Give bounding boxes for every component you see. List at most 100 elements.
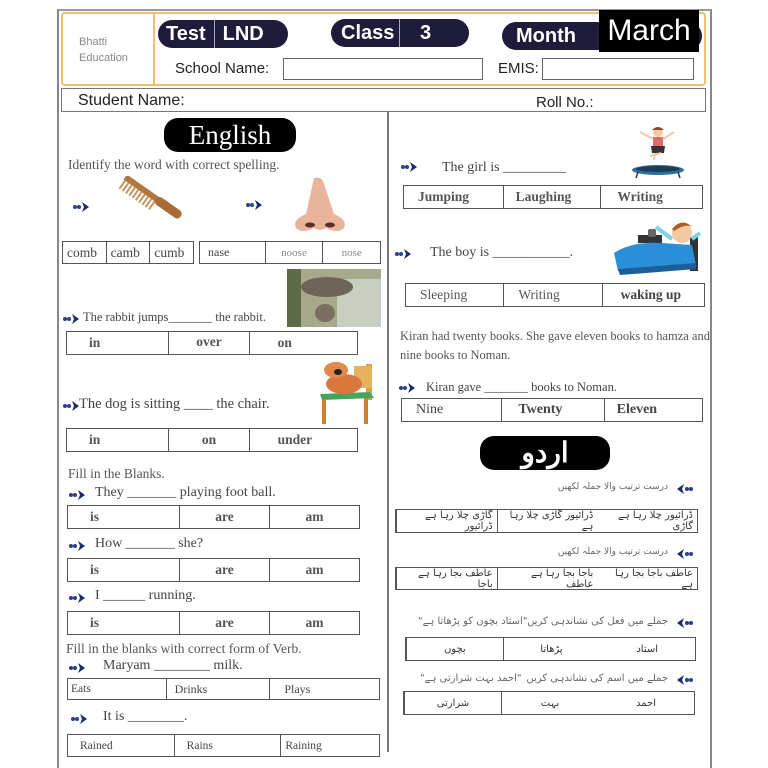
month-value: March [599,10,699,52]
q11-option[interactable]: waking up [601,284,704,306]
boy-waking-image [614,222,702,275]
q1-option[interactable]: comb [63,242,106,263]
reading-passage: Kiran had twenty books. She gave eleven … [400,329,710,362]
q6-options: is are am [67,558,360,582]
q1-option[interactable]: camb [105,242,150,263]
class-value: 3 [399,19,439,47]
urdu-q4-option[interactable]: بہت [501,692,598,714]
q7-option[interactable]: is [68,612,179,634]
urdu-q2-option[interactable]: عاطف باجا بجا رہا ہے [597,568,697,590]
urdu-q3-option[interactable]: پڑھاتا [502,638,600,660]
question-marker-icon [70,713,88,725]
question-marker-icon [72,201,90,213]
urdu-q3-option[interactable]: استاد [599,638,695,660]
urdu-q4-sentence: "احمد بہت شرارتی ہے" [420,673,522,684]
q11-text: The boy is ___________. [430,245,574,260]
column-divider [387,112,389,752]
urdu-q3-option[interactable]: بچوں [405,638,503,660]
q3-option[interactable]: on [248,332,357,354]
q4-option[interactable]: under [248,429,357,451]
q12-option[interactable]: Nine [402,399,501,421]
urdu-q2-instruction: درست ترتیب والا جملہ لکھیں [557,547,668,557]
urdu-q2-options: عاطف باجا بجا رہا ہے باجا بجا رہا ہے عاط… [395,567,698,590]
question-marker-icon [68,489,86,501]
q9-text: It is ________. [103,709,188,724]
q7-option[interactable]: am [269,612,359,634]
q9-option[interactable]: Rained [68,735,174,756]
q4-option[interactable]: in [67,429,168,451]
student-info-row: Student Name: Roll No.: [61,88,706,112]
q10-option[interactable]: Jumping [404,186,503,208]
q5-option[interactable]: are [179,506,269,528]
urdu-q1-option[interactable]: گاڑی چلا رہا ہے ڈرائیور [395,510,497,532]
rabbits-image [287,269,381,327]
q8-options: Eats Drinks Plays [67,678,380,700]
q8-text: Maryam ________ milk. [103,658,243,673]
question-marker-icon [68,662,86,674]
q7-option[interactable]: are [179,612,269,634]
q7-options: is are am [67,611,360,635]
month-label: Month [516,24,576,47]
q12-option[interactable]: Eleven [603,399,702,421]
question-marker-icon [68,540,86,552]
q2-option[interactable]: noose [264,242,323,263]
urdu-section-title: اردو [480,436,610,470]
q2-option[interactable]: nose [322,242,380,263]
urdu-q3-instruction: جملے میں فعل کی نشاندہی کریں [527,616,668,627]
q3-option[interactable]: in [67,332,168,354]
q10-option[interactable]: Laughing [502,186,601,208]
q12-option[interactable]: Twenty [501,399,603,421]
q8-option[interactable]: Drinks [165,679,270,699]
q3-text: The rabbit jumps_______ the rabbit. [83,310,266,324]
urdu-q4-option[interactable]: احمد [598,692,694,714]
urdu-q4-option[interactable]: شرارتی [404,692,501,714]
q3-option[interactable]: over [168,332,248,354]
urdu-q2-option[interactable]: باجا بجا رہا ہے عاطف [496,568,598,590]
q6-option[interactable]: am [269,559,359,581]
nose-image [295,177,345,231]
emis-field[interactable] [542,58,694,80]
q11-option[interactable]: Writing [503,284,601,306]
q7-text: I ______ running. [95,588,196,603]
school-name-field[interactable] [283,58,483,80]
q1-option[interactable]: cumb [149,242,193,263]
comb-image [118,176,182,219]
logo-line-2: Education [79,52,128,64]
q10-option[interactable]: Writing [600,186,702,208]
q2-options: nase noose nose [199,241,381,264]
q9-option[interactable]: Rains [173,735,281,756]
urdu-q1-instruction: درست ترتیب والا جملہ لکھیں [557,482,668,492]
q11-option[interactable]: Sleeping [406,284,503,306]
test-value: LND [213,20,272,48]
urdu-q4-options: احمد بہت شرارتی [403,691,695,715]
q12-text: Kiran gave _______ books to Noman. [426,380,617,394]
question-marker-icon [62,400,80,412]
q4-text: The dog is sitting ____ the chair. [79,396,270,412]
dog-on-chair-image [320,362,374,424]
q1-options: comb camb cumb [62,241,194,264]
q6-option[interactable]: is [68,559,179,581]
question-marker-icon [394,248,412,260]
urdu-q1-options: ڈرائیور چلا رہا ہے گاڑی ڈرائیور گاڑی چلا… [395,509,698,533]
q8-option[interactable]: Eats [68,679,166,699]
q9-option[interactable]: Raining [280,735,379,756]
q5-option[interactable]: is [68,506,179,528]
question-marker-icon [676,617,694,629]
q4-option[interactable]: on [168,429,248,451]
q8-option[interactable]: Plays [269,679,379,699]
q6-option[interactable]: are [179,559,269,581]
logo-line-1: Bhatti [79,36,108,48]
urdu-q1-option[interactable]: ڈرائیور گاڑی چلا رہا ہے [496,510,598,532]
class-label: Class [341,21,395,44]
question-marker-icon [62,313,80,325]
urdu-q1-option[interactable]: ڈرائیور چلا رہا ہے گاڑی [597,510,697,532]
student-name-label: Student Name: [78,92,185,109]
roll-no-label: Roll No.: [536,94,594,111]
q2-option[interactable]: nase [200,242,265,263]
english-section-title: English [164,118,296,152]
q5-option[interactable]: am [269,506,359,528]
q5-options: is are am [67,505,360,529]
urdu-q2-option[interactable]: عاطف بجا رہا ہے باجا [395,568,497,590]
question-marker-icon [68,592,86,604]
q6-text: How _______ she? [95,536,204,551]
